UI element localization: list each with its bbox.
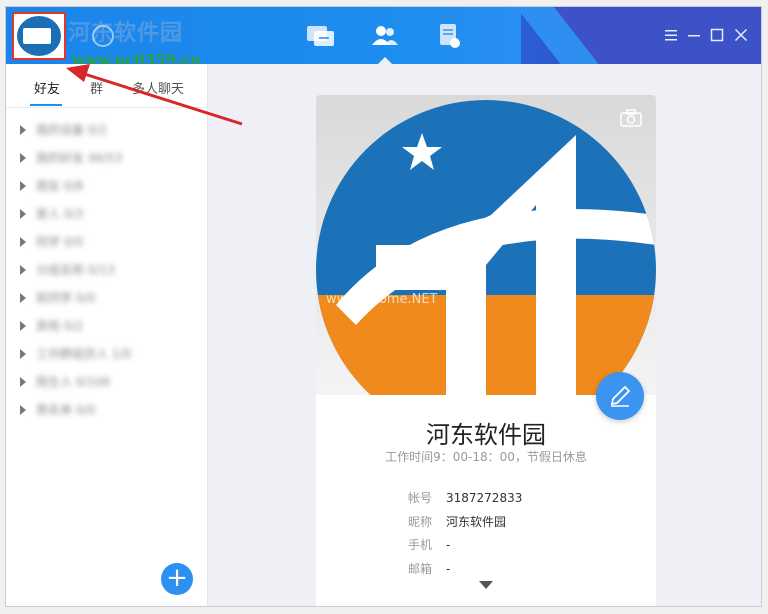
- friend-group-list: 我的设备 0/2 我的好友 46/53 朋友 0/8 家人 0/3 同学 0/0…: [6, 116, 208, 424]
- pencil-icon: [610, 385, 631, 407]
- friend-group-label: 黑名单 0/0: [36, 403, 96, 417]
- menu-icon[interactable]: [663, 27, 679, 43]
- notes-icon[interactable]: [434, 23, 464, 49]
- expand-more-icon[interactable]: [479, 581, 493, 589]
- friend-group-label: 前同学 0/0: [36, 291, 96, 305]
- friend-group-label: 朋友 0/8: [36, 179, 84, 193]
- info-label: 昵称: [408, 515, 433, 529]
- contacts-panel: 好友 群 多人聊天 我的设备 0/2 我的好友 46/53 朋友 0/8 家人 …: [6, 64, 208, 606]
- banner-watermark: www.pHome.NET: [326, 292, 438, 307]
- title-bar: 河东软件园 www.pc0359.cn: [6, 7, 761, 69]
- friend-group-label: 工作群组员人 1/0: [36, 347, 132, 361]
- friend-group[interactable]: 黑名单 0/0: [6, 396, 208, 424]
- info-label: 邮箱: [408, 562, 433, 576]
- expand-caret-icon: [20, 405, 26, 415]
- friend-group[interactable]: 陌生人 0/106: [6, 368, 208, 396]
- friend-group[interactable]: 前同学 0/0: [6, 284, 208, 312]
- info-value: 3187272833: [446, 491, 523, 505]
- friend-group[interactable]: 家人 0/3: [6, 200, 208, 228]
- tab-active-underline: [30, 104, 62, 106]
- expand-caret-icon: [20, 293, 26, 303]
- expand-caret-icon: [20, 349, 26, 359]
- info-value: -: [446, 562, 451, 576]
- close-icon[interactable]: [733, 27, 749, 43]
- expand-caret-icon: [20, 181, 26, 191]
- app-window: 河东软件园 www.pc0359.cn 好友 群 多人聊天 我的设备 0/2 我…: [5, 6, 762, 607]
- tab-friends[interactable]: 好友: [34, 78, 60, 97]
- friend-group-label: 家人 0/3: [36, 207, 84, 221]
- friend-group[interactable]: 工作群组员人 1/0: [6, 340, 208, 368]
- friend-group[interactable]: 我的好友 46/53: [6, 144, 208, 172]
- friend-group[interactable]: 同学 0/0: [6, 228, 208, 256]
- active-nav-indicator: [378, 57, 392, 64]
- info-nickname: 昵称 河东软件园: [408, 513, 506, 530]
- tab-groups[interactable]: 群: [90, 78, 103, 97]
- minimize-icon[interactable]: [686, 27, 702, 43]
- friend-group[interactable]: 朋友 0/8: [6, 172, 208, 200]
- expand-caret-icon: [20, 377, 26, 387]
- user-avatar[interactable]: [12, 12, 66, 60]
- info-phone: 手机 -: [408, 536, 450, 553]
- info-value: 河东软件园: [446, 515, 507, 529]
- friend-group[interactable]: 其他 0/2: [6, 312, 208, 340]
- tab-multi-chat[interactable]: 多人聊天: [132, 78, 184, 97]
- friend-group[interactable]: 我的设备 0/2: [6, 116, 208, 144]
- friend-group-label: 分组名称 0/13: [36, 263, 115, 277]
- camera-icon[interactable]: [620, 109, 642, 127]
- info-value: -: [446, 538, 451, 552]
- expand-caret-icon: [20, 125, 26, 135]
- friend-group[interactable]: 分组名称 0/13: [6, 256, 208, 284]
- expand-caret-icon: [20, 265, 26, 275]
- profile-name: 河东软件园: [426, 421, 546, 449]
- expand-caret-icon: [20, 321, 26, 331]
- profile-card: www.pHome.NET 河东软件园 工作时间9：00-18：00，节假日休息…: [316, 95, 656, 606]
- profile-signature: 工作时间9：00-18：00，节假日休息: [385, 450, 587, 464]
- company-logo-image: www.pHome.NET: [316, 100, 656, 395]
- info-account: 帐号 3187272833: [408, 489, 522, 506]
- info-label: 手机: [408, 538, 433, 552]
- expand-caret-icon: [20, 153, 26, 163]
- maximize-icon[interactable]: [709, 27, 725, 43]
- add-contact-button[interactable]: +: [161, 563, 193, 595]
- profile-banner: www.pHome.NET: [316, 95, 656, 395]
- search-icon[interactable]: [92, 25, 114, 47]
- chat-icon[interactable]: [306, 23, 336, 49]
- friend-group-label: 陌生人 0/106: [36, 375, 111, 389]
- friend-group-label: 同学 0/0: [36, 235, 84, 249]
- friend-group-label: 我的设备 0/2: [36, 123, 108, 137]
- info-email: 邮箱 -: [408, 560, 450, 577]
- avatar-logo-mark: [23, 28, 51, 44]
- contacts-tabs: 好友 群 多人聊天: [6, 64, 208, 108]
- expand-caret-icon: [20, 237, 26, 247]
- info-label: 帐号: [408, 491, 433, 505]
- contacts-icon[interactable]: [370, 23, 400, 49]
- friend-group-label: 其他 0/2: [36, 319, 84, 333]
- expand-caret-icon: [20, 209, 26, 219]
- watermark-text: 河东软件园: [68, 21, 184, 46]
- friend-group-label: 我的好友 46/53: [36, 151, 123, 165]
- edit-profile-button[interactable]: [596, 372, 644, 420]
